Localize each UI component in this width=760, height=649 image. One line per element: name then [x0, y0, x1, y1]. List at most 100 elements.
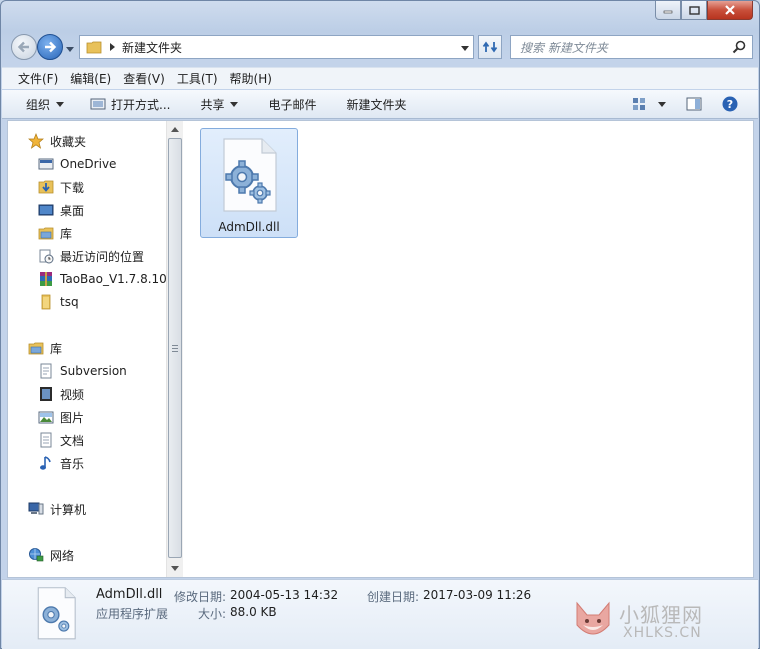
share-button[interactable]: 共享	[200, 90, 239, 118]
details-size-value: 88.0 KB	[230, 605, 277, 619]
forward-button[interactable]	[37, 34, 63, 60]
nav-desktop[interactable]: 桌面	[38, 199, 84, 221]
email-button[interactable]: 电子邮件	[268, 90, 316, 118]
chevron-down-icon	[461, 46, 469, 51]
details-file-name: AdmDll.dll	[96, 587, 163, 602]
chevron-down-icon	[56, 101, 65, 107]
menu-help[interactable]: 帮助(H)	[226, 70, 280, 87]
svg-text:?: ?	[727, 98, 733, 111]
nav-label: 最近访问的位置	[60, 249, 145, 264]
help-button[interactable]: ?	[722, 90, 738, 118]
nav-subversion[interactable]: Subversion	[38, 360, 127, 382]
scrollbar-grip-icon	[172, 344, 178, 352]
window-caption-buttons	[655, 1, 753, 20]
library-icon	[38, 225, 54, 241]
menu-tools[interactable]: 工具(T)	[173, 70, 226, 87]
nav-network[interactable]: 网络	[28, 544, 74, 566]
minimize-button[interactable]	[655, 1, 681, 20]
back-arrow-icon	[17, 41, 29, 53]
nav-label: OneDrive	[60, 157, 117, 171]
scroll-down-button[interactable]	[167, 560, 183, 577]
chevron-down-icon	[230, 101, 239, 107]
watermark-text-cn: 小狐狸网	[619, 603, 703, 627]
menu-bar: 文件(F) 编辑(E) 查看(V) 工具(T) 帮助(H)	[2, 67, 758, 89]
desktop-icon	[38, 202, 54, 218]
open-with-button[interactable]: 打开方式...	[90, 90, 170, 118]
picture-library-icon	[38, 409, 54, 425]
menu-view[interactable]: 查看(V)	[119, 70, 173, 87]
file-list[interactable]: AdmDll.dll	[184, 121, 753, 577]
library-icon	[28, 340, 44, 356]
recent-pages-dropdown[interactable]	[66, 42, 74, 56]
nav-pictures[interactable]: 图片	[38, 406, 84, 428]
menu-file[interactable]: 文件(F)	[2, 70, 66, 87]
address-history-dropdown[interactable]	[461, 41, 469, 55]
breadcrumb-separator-icon	[110, 43, 115, 51]
winrar-archive-icon	[38, 271, 54, 287]
nav-videos[interactable]: 视频	[38, 383, 84, 405]
help-icon: ?	[722, 96, 738, 112]
breadcrumb-current-folder[interactable]: 新建文件夹	[122, 39, 182, 56]
recent-places-icon	[38, 248, 54, 264]
nav-recent-places[interactable]: 最近访问的位置	[38, 245, 144, 267]
scrollbar-thumb[interactable]	[168, 138, 182, 558]
file-item[interactable]: AdmDll.dll	[200, 128, 298, 238]
nav-documents[interactable]: 文档	[38, 429, 84, 451]
navigation-row: 新建文件夹 搜索 新建文件夹	[9, 31, 753, 61]
file-name: AdmDll.dll	[218, 220, 280, 234]
dll-gear-icon	[223, 138, 277, 212]
computer-icon	[28, 501, 44, 517]
nav-downloads[interactable]: 下载	[38, 176, 84, 198]
nav-label: 库	[60, 226, 73, 241]
refresh-icon	[482, 41, 498, 53]
scroll-up-button[interactable]	[167, 121, 183, 138]
nav-label: 文档	[60, 433, 85, 448]
nav-tsq[interactable]: tsq	[38, 291, 79, 313]
share-label: 共享	[200, 97, 225, 112]
fox-logo-icon	[576, 601, 610, 635]
preview-pane-button[interactable]	[686, 90, 702, 118]
nav-label: 收藏夹	[50, 134, 87, 149]
menu-edit[interactable]: 编辑(E)	[66, 70, 119, 87]
nav-taobao[interactable]: TaoBao_V1.7.8.10_	[38, 268, 166, 290]
nav-libraries[interactable]: 库	[28, 337, 62, 359]
search-box[interactable]: 搜索 新建文件夹	[510, 35, 753, 59]
watermark-text-en: XHLKS.CN	[623, 625, 702, 641]
navigation-pane: 收藏夹 OneDrive 下载 桌面 库 最近访问的位置 TaoBao_V1.7…	[8, 121, 183, 577]
nav-label: tsq	[60, 295, 79, 309]
details-size-label: 大小:	[198, 607, 227, 621]
address-bar[interactable]: 新建文件夹	[79, 35, 474, 59]
downloads-folder-icon	[38, 179, 54, 195]
nav-favorites[interactable]: 收藏夹	[28, 130, 86, 152]
details-modified-label: 修改日期:	[174, 590, 227, 604]
nav-label: 计算机	[50, 502, 87, 517]
maximize-button[interactable]	[681, 1, 707, 20]
organize-button[interactable]: 组织	[26, 90, 65, 118]
subversion-library-icon	[38, 363, 54, 379]
close-button[interactable]	[707, 1, 753, 20]
nav-music[interactable]: 音乐	[38, 452, 84, 474]
scroll-down-arrow-icon	[171, 566, 179, 571]
back-button[interactable]	[11, 34, 37, 60]
new-folder-button[interactable]: 新建文件夹	[347, 90, 407, 118]
folder-icon	[38, 294, 54, 310]
folder-icon	[86, 41, 102, 54]
details-created-value: 2017-03-09 11:26	[423, 588, 532, 602]
scroll-up-arrow-icon	[171, 127, 179, 132]
nav-onedrive[interactable]: OneDrive	[38, 153, 116, 175]
nav-computer[interactable]: 计算机	[28, 498, 86, 520]
change-view-button[interactable]	[632, 90, 666, 118]
nav-label: 下载	[60, 180, 85, 195]
nav-library-shortcut[interactable]: 库	[38, 222, 72, 244]
network-icon	[28, 547, 44, 563]
search-placeholder: 搜索 新建文件夹	[520, 40, 608, 55]
close-icon	[725, 5, 735, 15]
details-modified-value: 2004-05-13 14:32	[230, 588, 339, 602]
chevron-down-icon	[658, 101, 666, 107]
refresh-button[interactable]	[478, 35, 502, 59]
maximize-icon	[688, 5, 700, 15]
navigation-scrollbar[interactable]	[166, 121, 183, 577]
nav-label: Subversion	[60, 364, 127, 378]
content-area: 收藏夹 OneDrive 下载 桌面 库 最近访问的位置 TaoBao_V1.7…	[7, 120, 754, 578]
email-label: 电子邮件	[268, 97, 317, 112]
